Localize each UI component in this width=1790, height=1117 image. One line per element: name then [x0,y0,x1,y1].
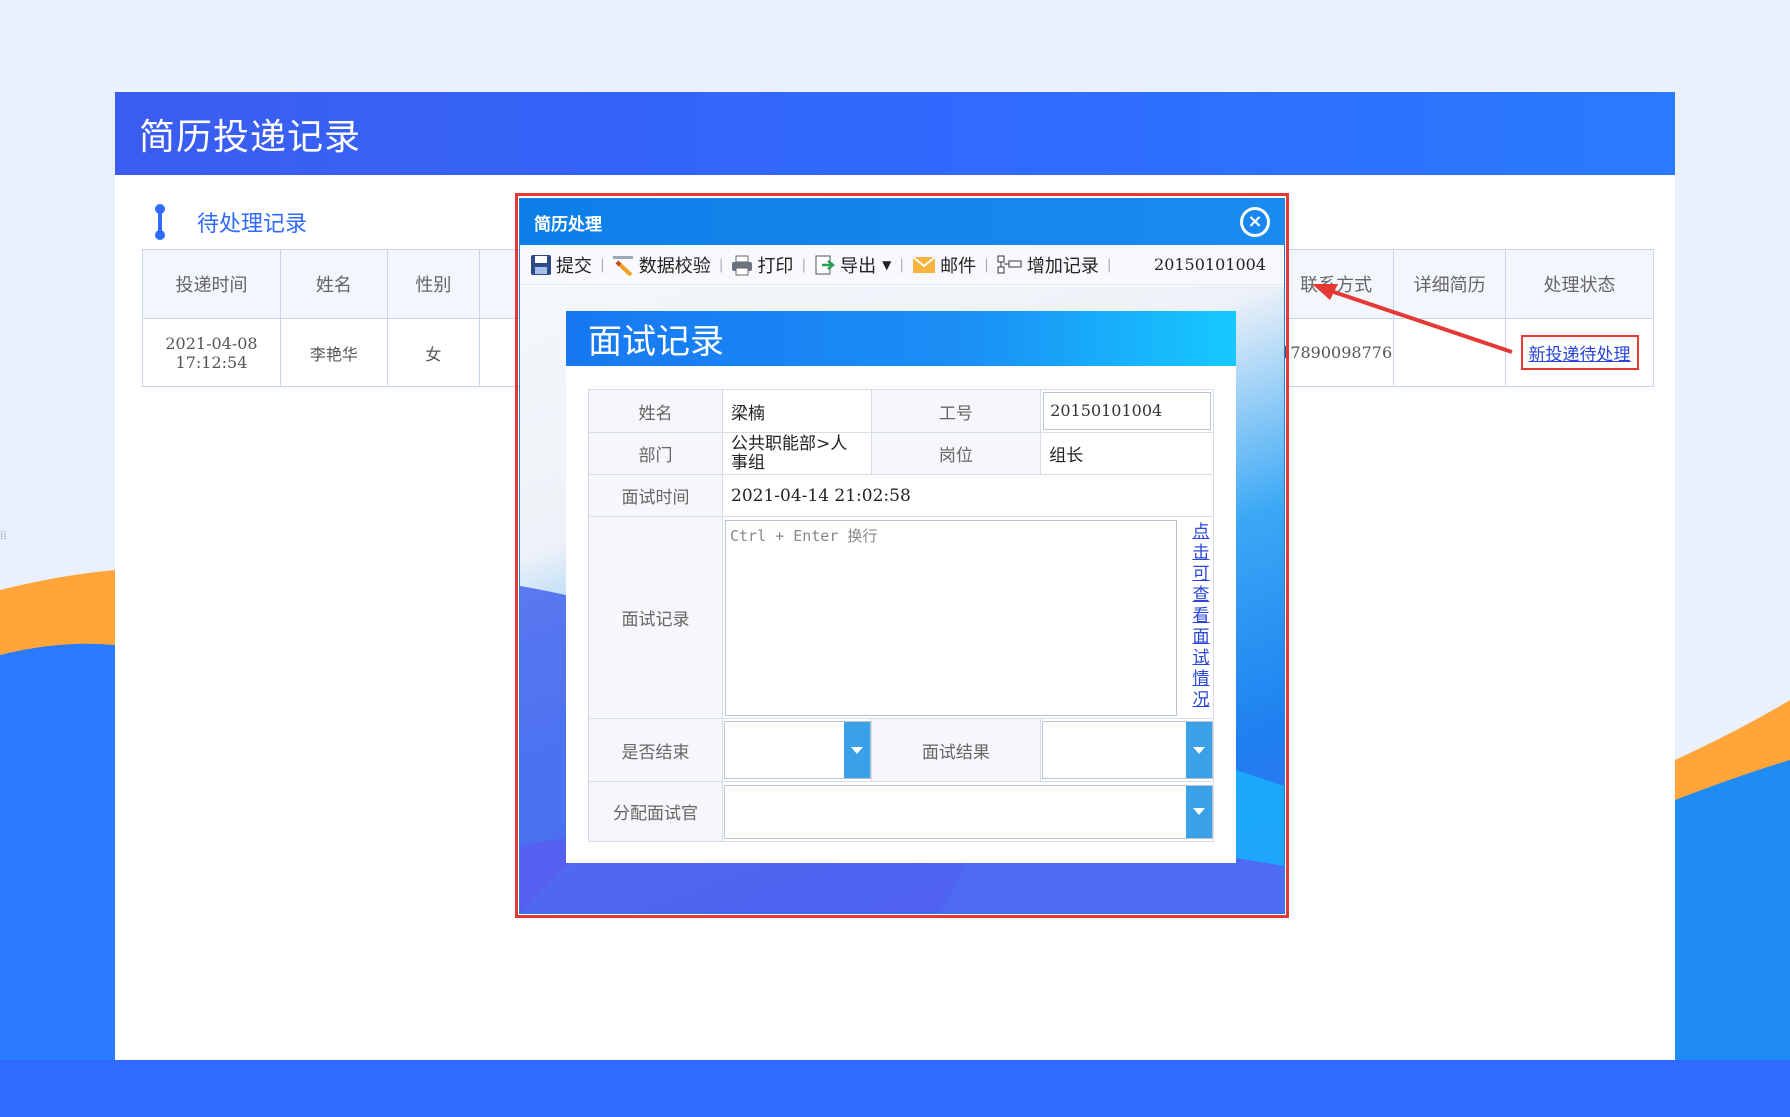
toolbar-separator: | [1106,256,1112,273]
finished-select[interactable] [724,721,871,779]
time-label: 面试时间 [588,474,723,517]
assign-select[interactable] [724,784,1213,839]
page-title: 简历投递记录 [139,116,362,158]
assign-label: 分配面试官 [588,781,723,842]
result-label: 面试结果 [870,718,1042,782]
cell-gender: 女 [386,318,480,387]
cell-time-clock: 17:12:54 [175,352,248,372]
form-row-name: 姓名 梁楠 工号 20150101004 [588,389,1214,433]
section-header: 待处理记录 [153,204,307,240]
dialog-title: 简历处理 [534,214,602,235]
result-cell [1040,718,1214,782]
add-record-button[interactable]: 增加记录 [991,250,1105,280]
header-time: 投递时间 [142,249,281,319]
result-select-value [1043,722,1186,778]
resume-dialog: 简历处理 × 提交 | 数据校验 | 打印 | 导出 ▼ | 邮件 | 增加记录… [519,198,1285,914]
id-label: 工号 [870,389,1042,433]
assign-select-value [725,786,1186,838]
header-detail: 详细简历 [1393,249,1507,319]
save-icon [531,254,551,275]
dialog-toolbar: 提交 | 数据校验 | 打印 | 导出 ▼ | 邮件 | 增加记录 | 2015… [520,245,1284,285]
record-cell: Ctrl + Enter 换行 点击可查看面试情况 [722,516,1214,719]
mail-label: 邮件 [940,255,977,277]
finished-label: 是否结束 [588,718,723,782]
cell-status: 新投递待处理 [1505,318,1654,387]
chevron-down-icon [850,746,863,754]
post-label: 岗位 [870,432,1042,475]
submit-button[interactable]: 提交 [524,250,598,280]
toolbar-separator: | [984,256,989,273]
cell-contact: 17890098776 [1278,318,1395,387]
header-status: 处理状态 [1505,249,1654,319]
header-name: 姓名 [279,249,388,319]
interview-form-card: 面试记录 姓名 梁楠 工号 20150101004 部门 公共职能部>人事组 岗… [566,311,1236,863]
name-value: 梁楠 [722,389,872,433]
export-label: 导出 [840,255,877,277]
chevron-down-icon [1193,746,1205,754]
form-header: 面试记录 [566,311,1236,366]
export-button[interactable]: 导出 ▼ [808,250,897,280]
record-label: 面试记录 [588,516,723,719]
status-link[interactable]: 新投递待处理 [1529,345,1631,365]
name-label: 姓名 [588,389,723,433]
form-row-assign: 分配面试官 [588,781,1214,842]
dept-value: 公共职能部>人事组 [722,432,872,475]
finished-dropdown-button[interactable] [843,722,870,778]
mail-icon [912,255,936,273]
cell-detail[interactable] [1393,318,1507,387]
close-icon: × [1243,210,1267,234]
dept-label: 部门 [588,432,723,475]
toolbar-separator: | [899,256,905,273]
id-input[interactable]: 20150101004 [1043,392,1211,430]
validate-label: 数据校验 [638,255,711,277]
cell-time-date: 2021-04-08 [165,333,258,353]
view-interview-link[interactable]: 点击可查看面试情况 [1189,522,1213,711]
assign-cell [722,781,1214,842]
toolbar-separator: | [801,256,807,273]
result-dropdown-button[interactable] [1186,722,1212,778]
status-highlight-box: 新投递待处理 [1520,335,1639,370]
form-title: 面试记录 [588,322,724,362]
chevron-down-icon: ▼ [882,257,892,272]
add-row-icon [997,255,1022,273]
mail-button[interactable]: 邮件 [906,250,982,280]
print-label: 打印 [757,255,794,277]
pencil-check-icon [612,255,633,276]
side-handle-icon[interactable]: ⁞⁞ [0,528,7,543]
time-value: 2021-04-14 21:02:58 [722,474,1214,517]
dialog-titlebar[interactable]: 简历处理 × [520,199,1284,245]
post-value: 组长 [1040,432,1214,475]
submit-label: 提交 [556,255,592,277]
form-row-dept: 部门 公共职能部>人事组 岗位 组长 [588,432,1214,475]
form-row-time: 面试时间 2021-04-14 21:02:58 [588,474,1214,517]
header-gender: 性别 [386,249,480,319]
toolbar-separator: | [718,256,724,273]
dialog-body: 面试记录 姓名 梁楠 工号 20150101004 部门 公共职能部>人事组 岗… [520,286,1284,913]
record-textarea[interactable]: Ctrl + Enter 换行 [725,519,1177,716]
toolbar-record-code: 20150101004 [1154,255,1266,274]
header-contact: 联系方式 [1278,249,1395,319]
cell-time: 2021-04-08 17:12:54 [142,318,281,387]
interview-form: 姓名 梁楠 工号 20150101004 部门 公共职能部>人事组 岗位 组长 … [588,389,1214,842]
cell-name: 李艳华 [279,318,388,387]
finished-select-value [725,722,844,778]
validate-button[interactable]: 数据校验 [607,250,717,280]
id-cell: 20150101004 [1040,389,1214,433]
printer-icon [732,255,753,275]
toolbar-separator: | [600,256,605,273]
assign-dropdown-button[interactable] [1186,785,1212,838]
close-button[interactable]: × [1240,207,1270,237]
form-row-result: 是否结束 面试结果 [588,718,1214,782]
chevron-down-icon [1193,808,1205,815]
export-icon [815,255,836,274]
form-row-record: 面试记录 Ctrl + Enter 换行 点击可查看面试情况 [588,516,1214,719]
page-header: 简历投递记录 [115,92,1675,175]
section-title: 待处理记录 [197,212,308,237]
print-button[interactable]: 打印 [725,250,799,280]
section-marker-icon [153,204,167,240]
result-select[interactable] [1042,721,1213,779]
add-record-label: 增加记录 [1026,255,1099,277]
finished-cell [722,718,872,782]
